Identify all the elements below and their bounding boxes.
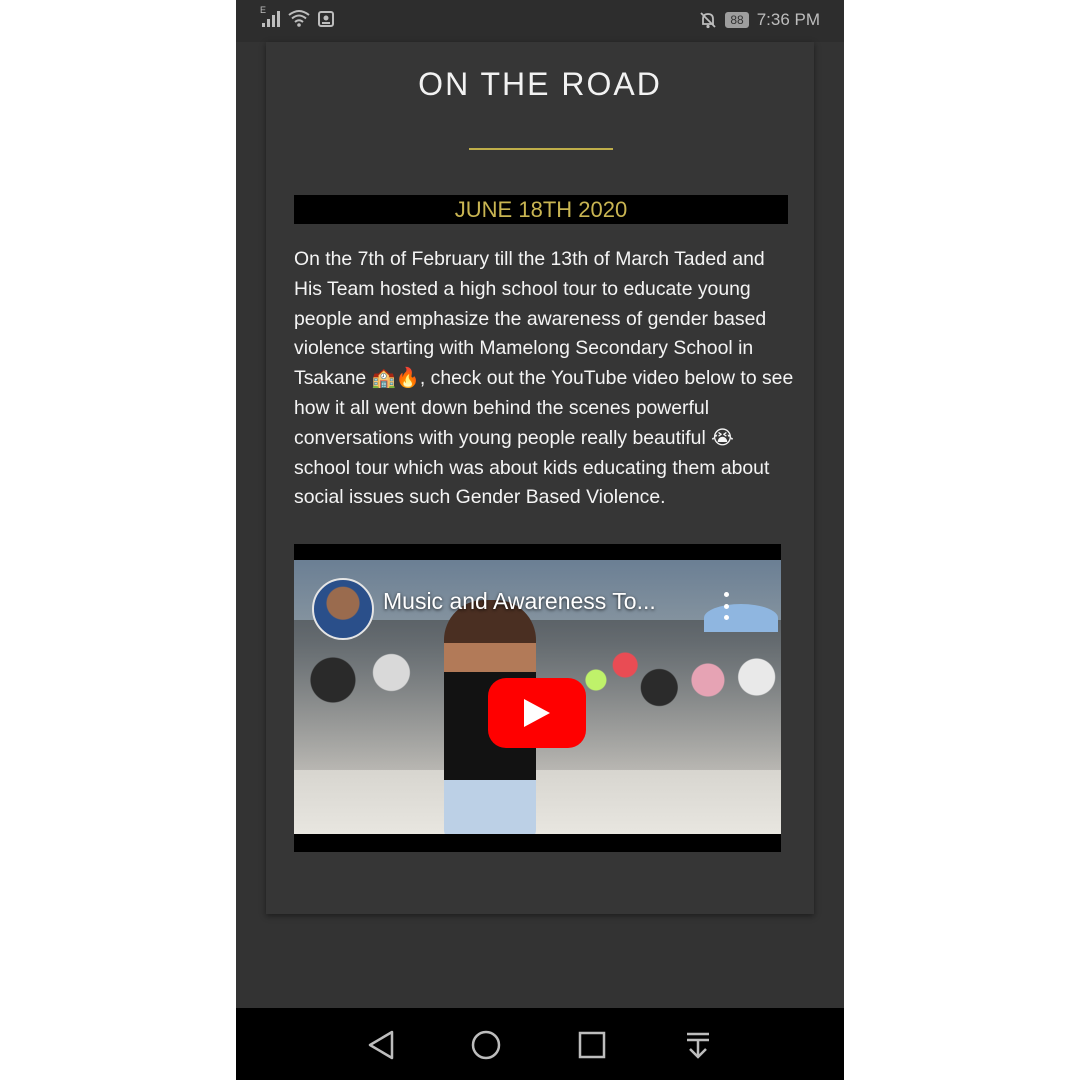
title-divider xyxy=(469,148,613,150)
play-icon xyxy=(524,699,550,727)
status-right: 88 7:36 PM xyxy=(699,10,820,30)
play-button[interactable] xyxy=(488,678,586,748)
more-options-icon[interactable] xyxy=(722,592,730,620)
post-body: On the 7th of February till the 13th of … xyxy=(294,248,794,509)
section-title: ON THE ROAD xyxy=(418,66,662,102)
recents-icon[interactable] xyxy=(575,1028,609,1062)
signal-icon: E xyxy=(260,5,280,27)
back-icon[interactable] xyxy=(364,1028,398,1062)
video-title[interactable]: Music and Awareness To... xyxy=(383,588,656,615)
status-bar: E 88 7:36 PM xyxy=(236,0,844,42)
status-time: 7:36 PM xyxy=(756,10,820,29)
battery-icon: 88 xyxy=(725,12,749,28)
phone-screen: E 88 7:36 PM ON THE ROAD JUNE 18TH 2020 … xyxy=(236,0,844,1080)
wifi-icon xyxy=(288,10,310,27)
video-thumbnail[interactable]: Music and Awareness To... xyxy=(294,560,781,834)
mute-icon xyxy=(700,12,716,29)
notification-pull-icon[interactable] xyxy=(681,1028,715,1062)
status-left: E xyxy=(260,5,334,27)
network-type: E xyxy=(260,5,267,15)
navigation-bar xyxy=(236,1008,844,1080)
thumbnail-umbrella xyxy=(704,604,778,632)
channel-avatar[interactable] xyxy=(312,578,374,640)
youtube-embed[interactable]: Music and Awareness To... xyxy=(294,544,781,852)
post-date: JUNE 18TH 2020 xyxy=(294,195,788,224)
home-icon[interactable] xyxy=(469,1028,503,1062)
screenshot-icon xyxy=(318,11,334,27)
content-card: ON THE ROAD JUNE 18TH 2020 On the 7th of… xyxy=(266,42,814,914)
